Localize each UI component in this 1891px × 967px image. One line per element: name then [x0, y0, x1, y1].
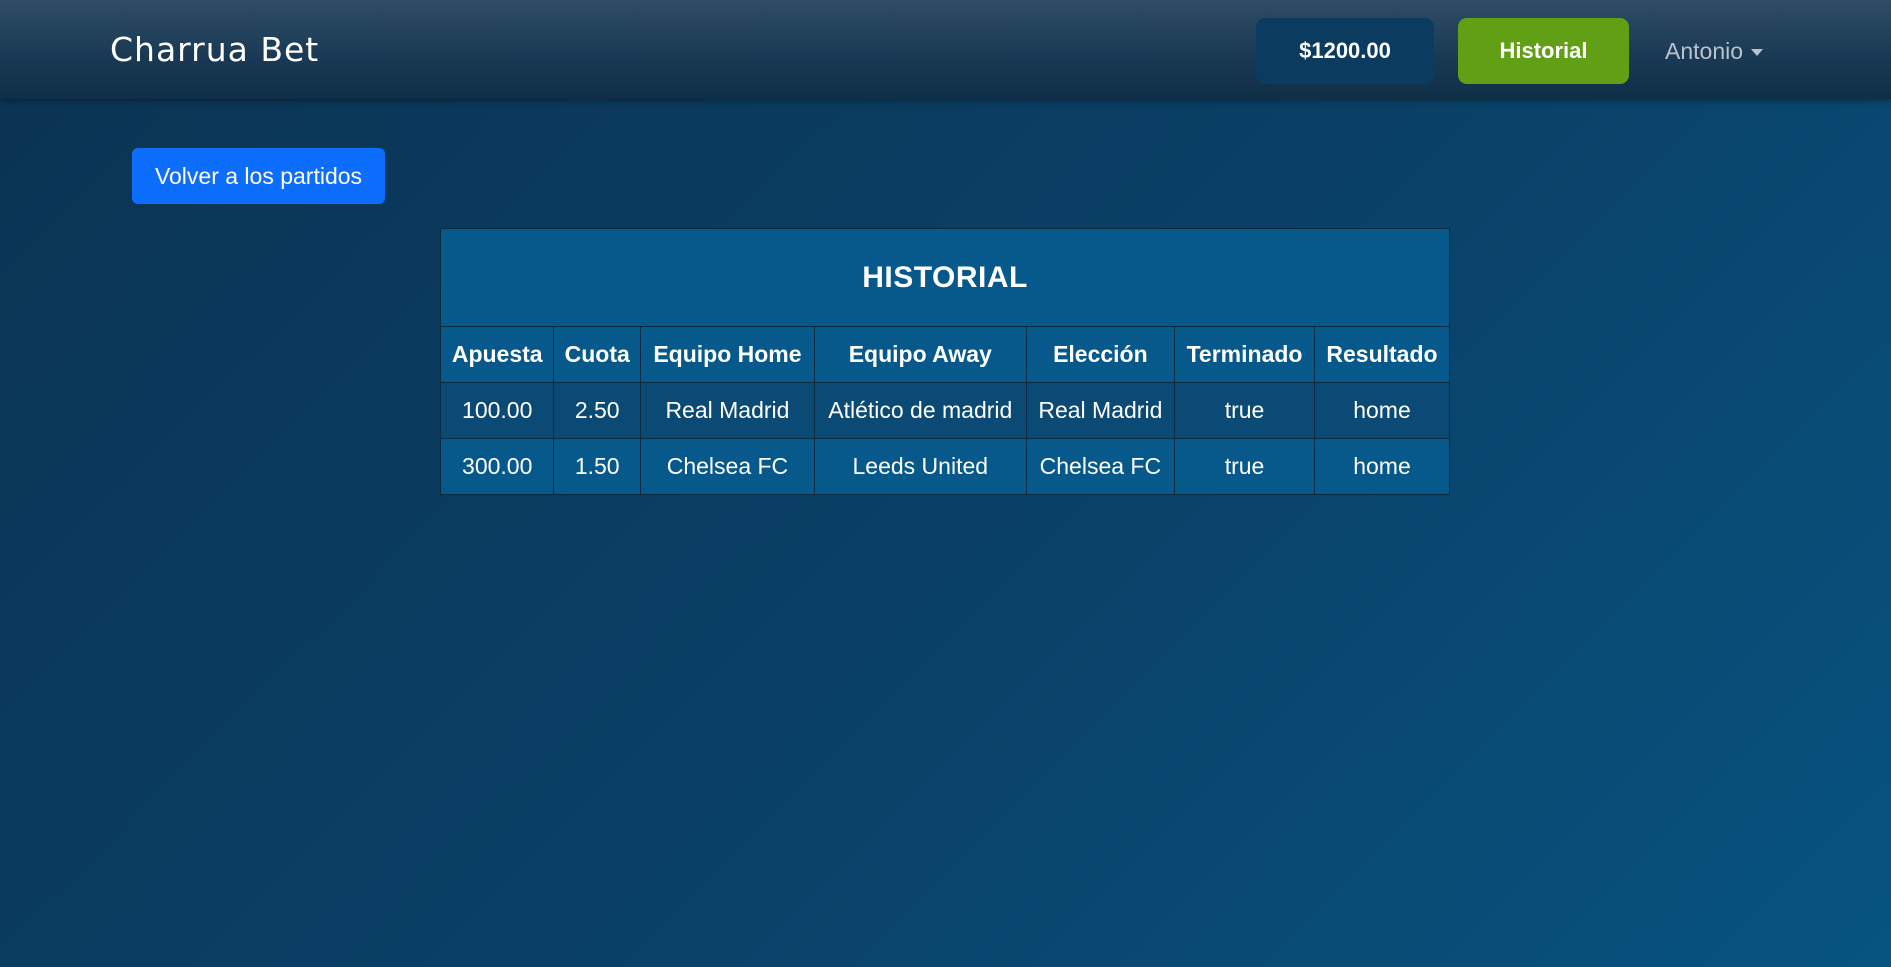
cell-equipo-home: Real Madrid	[639, 382, 815, 439]
column-header-cuota: Cuota	[553, 326, 641, 383]
table-row: 300.00 1.50 Chelsea FC Leeds United Chel…	[439, 438, 1451, 495]
back-to-matches-button[interactable]: Volver a los partidos	[132, 148, 385, 204]
user-name: Antonio	[1665, 37, 1744, 64]
cell-resultado: home	[1313, 438, 1451, 495]
cell-equipo-home: Chelsea FC	[639, 438, 815, 495]
table-row: 100.00 2.50 Real Madrid Atlético de madr…	[439, 382, 1451, 439]
cell-apuesta: 300.00	[439, 438, 555, 495]
balance-badge: $1200.00	[1256, 18, 1434, 84]
brand-logo[interactable]: Charrua Bet	[110, 30, 319, 69]
cell-resultado: home	[1313, 382, 1451, 439]
cell-terminado: true	[1174, 382, 1315, 439]
chevron-down-icon	[1751, 48, 1764, 56]
cell-equipo-away: Leeds United	[813, 438, 1027, 495]
column-header-apuesta: Apuesta	[439, 326, 555, 383]
column-header-eleccion: Elección	[1025, 326, 1176, 383]
cell-eleccion: Real Madrid	[1025, 382, 1176, 439]
history-table-container: HISTORIAL Apuesta Cuota Equipo Home Equi…	[439, 228, 1451, 495]
cell-terminado: true	[1174, 438, 1315, 495]
history-table: HISTORIAL Apuesta Cuota Equipo Home Equi…	[439, 228, 1451, 495]
column-header-resultado: Resultado	[1313, 326, 1451, 383]
cell-eleccion: Chelsea FC	[1025, 438, 1176, 495]
table-title: HISTORIAL	[440, 228, 1450, 327]
table-header-row: Apuesta Cuota Equipo Home Equipo Away El…	[439, 326, 1451, 383]
cell-equipo-away: Atlético de madrid	[813, 382, 1027, 439]
top-navbar: Charrua Bet $1200.00 Historial Antonio	[0, 0, 1891, 99]
cell-cuota: 1.50	[553, 438, 641, 495]
column-header-equipo-away: Equipo Away	[813, 326, 1027, 383]
user-dropdown[interactable]: Antonio	[1665, 36, 1764, 66]
column-header-terminado: Terminado	[1174, 326, 1315, 383]
column-header-equipo-home: Equipo Home	[639, 326, 815, 383]
historial-button[interactable]: Historial	[1458, 18, 1629, 84]
cell-apuesta: 100.00	[439, 382, 555, 439]
cell-cuota: 2.50	[553, 382, 641, 439]
